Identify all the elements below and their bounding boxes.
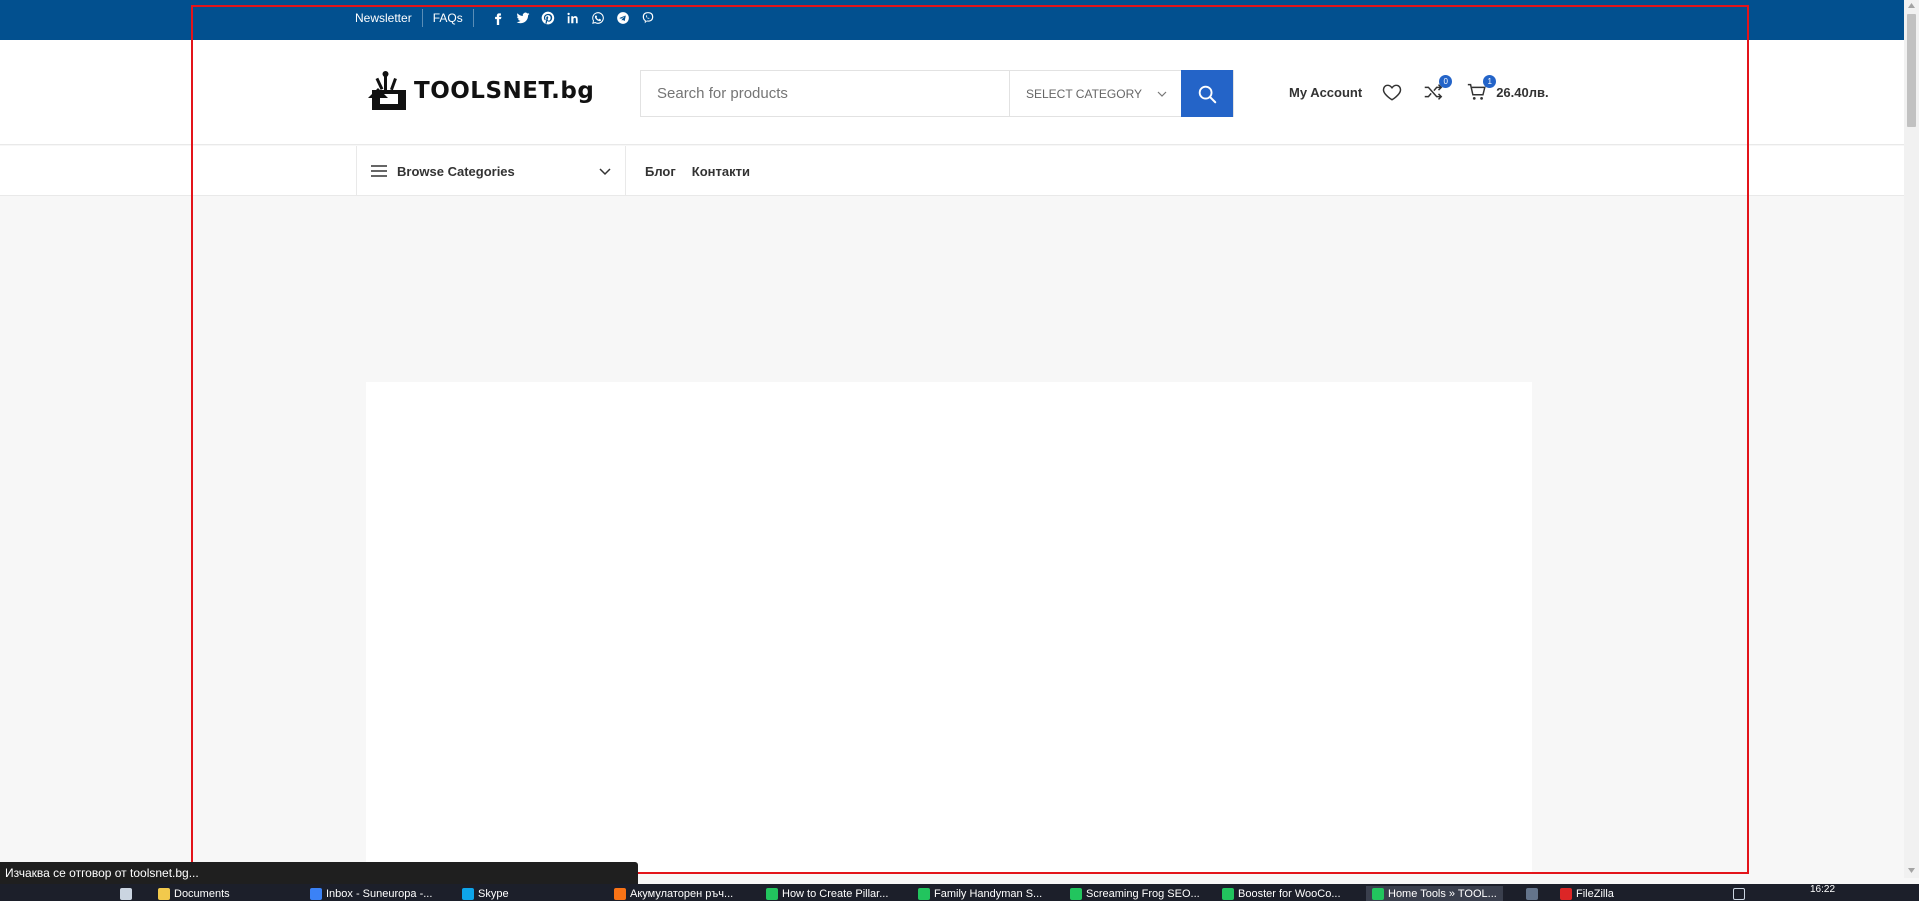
browse-categories-label: Browse Categories bbox=[397, 163, 515, 179]
firefox-icon bbox=[614, 887, 626, 900]
network-icon bbox=[1733, 887, 1745, 900]
chrome-icon bbox=[1222, 887, 1234, 900]
taskbar-clock[interactable]: 16:22 bbox=[1810, 884, 1835, 895]
divider bbox=[472, 9, 474, 27]
my-account-link[interactable]: My Account bbox=[1289, 85, 1362, 100]
taskbar-item-active[interactable]: Home Tools » TOOL... bbox=[1366, 886, 1503, 901]
mail-icon bbox=[310, 887, 322, 900]
header-actions: My Account 0 1 26.40лв. bbox=[1289, 75, 1549, 104]
top-links: Newsletter FAQs bbox=[355, 9, 656, 27]
content-card bbox=[366, 382, 1532, 874]
taskbar-item[interactable]: Documents bbox=[158, 886, 230, 901]
taskbar-item[interactable]: Skype bbox=[462, 886, 509, 901]
search-input[interactable] bbox=[641, 71, 1009, 116]
taskbar-item-label: Home Tools » TOOL... bbox=[1388, 887, 1497, 900]
site-header: TOOLSNET.bg SELECT CATEGORY My Account 0… bbox=[0, 40, 1904, 145]
faqs-link[interactable]: FAQs bbox=[423, 11, 473, 25]
compare-count-badge: 0 bbox=[1439, 75, 1453, 88]
linkedin-icon[interactable] bbox=[565, 10, 581, 26]
scroll-down-arrow-icon[interactable] bbox=[1908, 868, 1915, 873]
taskbar-item[interactable]: Booster for WooCo... bbox=[1222, 886, 1341, 901]
pinterest-icon[interactable] bbox=[540, 10, 556, 26]
social-links bbox=[490, 10, 656, 26]
category-select-label: SELECT CATEGORY bbox=[1026, 86, 1143, 101]
taskbar-item[interactable]: Screaming Frog SEO... bbox=[1070, 886, 1200, 901]
search-icon bbox=[1198, 85, 1217, 103]
taskbar-item-label: Skype bbox=[478, 887, 509, 900]
skype-icon bbox=[462, 887, 474, 900]
heart-icon bbox=[1383, 84, 1402, 101]
compare-button[interactable]: 0 bbox=[1422, 75, 1453, 103]
browser-status-text: Изчаква се отговор от toolsnet.bg... bbox=[0, 862, 638, 884]
taskbar-item[interactable]: Акумулаторен ръч... bbox=[614, 886, 733, 901]
site-logo[interactable]: TOOLSNET.bg bbox=[366, 70, 594, 112]
chrome-icon bbox=[1372, 887, 1384, 900]
top-bar: Newsletter FAQs bbox=[0, 0, 1904, 40]
taskbar: Documents Inbox - Suneuropa -... Skype А… bbox=[0, 884, 1919, 901]
chevron-down-icon bbox=[599, 168, 611, 176]
taskbar-item-label: FileZilla bbox=[1576, 887, 1614, 900]
taskbar-item-label: Family Handyman S... bbox=[934, 887, 1043, 900]
twitter-icon[interactable] bbox=[515, 10, 531, 26]
menu-item-contacts[interactable]: Контакти bbox=[692, 164, 750, 179]
page-scrollbar[interactable] bbox=[1904, 0, 1919, 878]
chrome-icon bbox=[918, 887, 930, 900]
taskbar-item[interactable]: Family Handyman S... bbox=[918, 886, 1042, 901]
taskbar-item-label: Booster for WooCo... bbox=[1238, 887, 1341, 900]
chrome-icon bbox=[766, 887, 778, 900]
document-icon bbox=[120, 887, 132, 900]
taskbar-item-label: How to Create Pillar... bbox=[782, 887, 889, 900]
menu-item-blog[interactable]: Блог bbox=[645, 164, 676, 179]
scrollbar-thumb[interactable] bbox=[1907, 14, 1916, 127]
filezilla-icon bbox=[1560, 887, 1572, 900]
facebook-icon[interactable] bbox=[490, 10, 506, 26]
cart-count-badge: 1 bbox=[1483, 75, 1497, 88]
scroll-up-arrow-icon[interactable] bbox=[1908, 3, 1915, 8]
taskbar-pinned-icon[interactable] bbox=[1526, 886, 1538, 901]
browse-categories-button[interactable]: Browse Categories bbox=[356, 146, 626, 196]
taskbar-item[interactable]: FileZilla bbox=[1560, 886, 1614, 901]
taskbar-tray-icon[interactable] bbox=[1733, 886, 1745, 901]
chrome-icon bbox=[1070, 887, 1082, 900]
telegram-icon[interactable] bbox=[615, 10, 631, 26]
viber-icon[interactable] bbox=[640, 10, 656, 26]
toolbox-logo-icon bbox=[368, 71, 406, 110]
menu-icon bbox=[371, 165, 387, 177]
taskbar-doc-icon[interactable] bbox=[120, 886, 132, 901]
whatsapp-icon[interactable] bbox=[590, 10, 606, 26]
app-icon bbox=[1526, 887, 1538, 900]
search-form: SELECT CATEGORY bbox=[640, 70, 1234, 117]
category-select[interactable]: SELECT CATEGORY bbox=[1009, 71, 1181, 116]
chevron-down-icon bbox=[1157, 91, 1167, 97]
taskbar-item-label: Акумулаторен ръч... bbox=[630, 887, 734, 900]
taskbar-item[interactable]: Inbox - Suneuropa -... bbox=[310, 886, 432, 901]
wishlist-button[interactable] bbox=[1381, 81, 1403, 103]
logo-text: TOOLSNET.bg bbox=[414, 78, 595, 104]
cart-button[interactable]: 1 bbox=[1466, 75, 1497, 103]
main-navigation: Browse Categories Блог Контакти bbox=[0, 146, 1904, 196]
search-button[interactable] bbox=[1181, 70, 1233, 117]
cart-total[interactable]: 26.40лв. bbox=[1496, 85, 1548, 100]
taskbar-item-label: Inbox - Suneuropa -... bbox=[326, 887, 433, 900]
folder-icon bbox=[158, 887, 170, 900]
taskbar-item-label: Screaming Frog SEO... bbox=[1086, 887, 1200, 900]
newsletter-link[interactable]: Newsletter bbox=[355, 11, 422, 25]
taskbar-item[interactable]: How to Create Pillar... bbox=[766, 886, 888, 901]
taskbar-item-label: Documents bbox=[174, 887, 230, 900]
main-menu: Блог Контакти bbox=[645, 146, 750, 196]
